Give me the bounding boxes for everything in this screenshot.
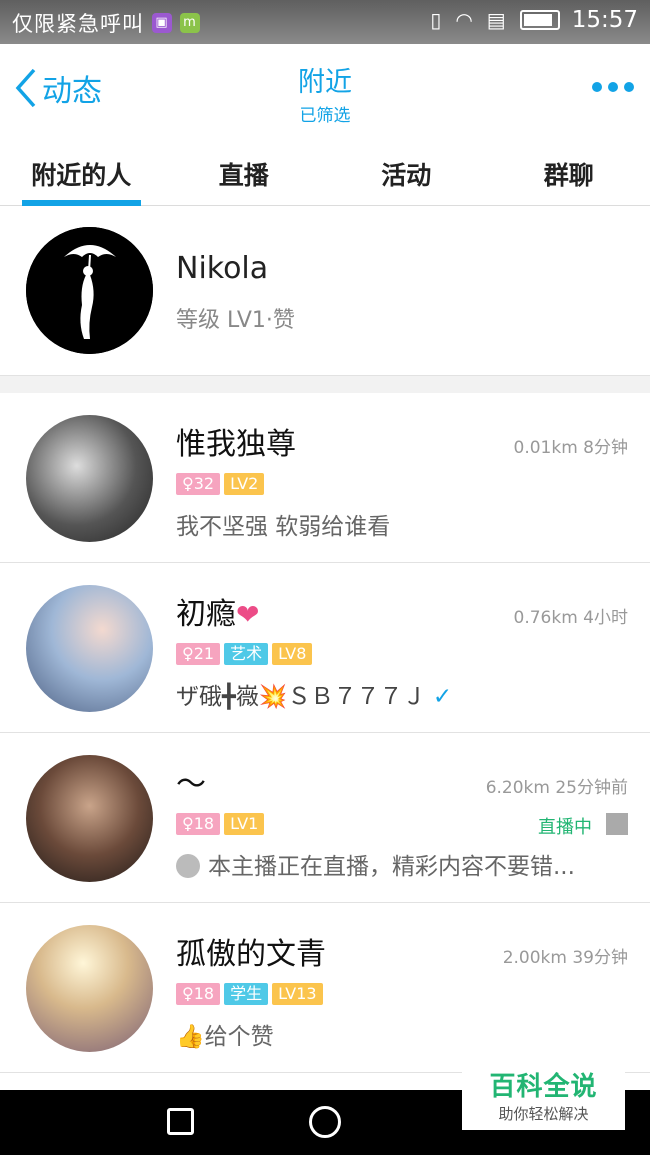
my-name: Nikola <box>176 251 269 286</box>
badge-group: ♀32 LV2 <box>176 473 265 495</box>
more-options-icon[interactable] <box>592 82 634 92</box>
tag-badge: 艺术 <box>224 643 269 665</box>
list-item[interactable]: ～ 6.20km 25分钟前 ♀18 LV1 直播中 本主播正在直播，精彩内容不… <box>0 733 650 903</box>
nickname: 惟我独尊 <box>176 427 296 462</box>
signature-row: ザ硪╋嶶💥ＳＢ７７７Ｊ ✓ <box>176 677 616 711</box>
tab-nearby-people[interactable]: 附近的人 <box>0 136 163 206</box>
female-age-badge: ♀32 <box>176 473 221 495</box>
signature: 👍给个赞 <box>176 1024 274 1050</box>
carrier-text: 仅限紧急呼叫 <box>12 12 144 36</box>
check-icon: ✓ <box>432 684 453 710</box>
tab-group-chat[interactable]: 群聊 <box>488 136 650 205</box>
list-item[interactable]: 初瘾❤ 0.76km 4小时 ♀21 艺术 LV8 ザ硪╋嶶💥ＳＢ７７７Ｊ ✓ <box>0 563 650 733</box>
image-icon <box>606 813 628 835</box>
recent-apps-button[interactable] <box>167 1108 194 1135</box>
badge-group: ♀18 学生 LV13 <box>176 983 323 1005</box>
filter-status: 已筛选 <box>299 106 351 126</box>
signature: ザ硪╋嶶💥ＳＢ７７７Ｊ <box>176 684 426 710</box>
list-item[interactable]: 孤傲的文青 2.00km 39分钟 ♀18 学生 LV13 👍给个赞 <box>0 903 650 1073</box>
nickname: 孤傲的文青 <box>176 937 326 972</box>
signature-row: 本主播正在直播，精彩内容不要错... <box>176 847 616 881</box>
tab-live[interactable]: 直播 <box>163 136 326 205</box>
distance-time: 0.01km 8分钟 <box>513 438 628 458</box>
avatar[interactable] <box>26 925 153 1052</box>
sim-icon: ▤ <box>486 8 506 32</box>
level-badge: LV13 <box>272 983 323 1005</box>
level-badge: LV1 <box>224 813 265 835</box>
watermark-subtitle: 助你轻松解决 <box>498 1105 589 1123</box>
female-age-badge: ♀21 <box>176 643 221 665</box>
my-profile-card[interactable]: Nikola 等级 LV1·赞 <box>0 207 650 375</box>
distance-time: 0.76km 4小时 <box>513 608 628 628</box>
battery-icon <box>519 10 560 30</box>
badge-group: ♀21 艺术 LV8 <box>176 643 313 665</box>
avatar[interactable] <box>26 415 153 542</box>
section-divider <box>0 375 650 393</box>
gallery-notification-icon: ▣ <box>152 13 172 33</box>
vibrate-icon: ▯ <box>430 8 442 32</box>
distance-time: 2.00km 39分钟 <box>502 948 628 968</box>
heart-icon: ❤ <box>236 598 260 631</box>
tab-bar: 附近的人 直播 活动 群聊 <box>0 136 650 206</box>
level-badge: LV8 <box>272 643 313 665</box>
status-left: 仅限紧急呼叫 ▣ m <box>12 8 200 38</box>
level-badge: LV2 <box>224 473 265 495</box>
watermark: 百科全说 助你轻松解决 <box>462 1062 625 1130</box>
live-status: 直播中 <box>538 817 592 838</box>
tag-badge: 学生 <box>224 983 269 1005</box>
tab-events[interactable]: 活动 <box>325 136 488 205</box>
tag-icon <box>176 853 200 878</box>
avatar[interactable] <box>26 755 153 882</box>
watermark-title: 百科全说 <box>489 1072 598 1102</box>
page-title: 附近 <box>298 67 352 98</box>
signature: 本主播正在直播，精彩内容不要错... <box>208 854 575 880</box>
signature: 我不坚强 软弱给谁看 <box>176 514 391 540</box>
home-button[interactable] <box>309 1106 341 1138</box>
female-age-badge: ♀18 <box>176 983 221 1005</box>
nickname-row: 初瘾❤ <box>176 589 259 633</box>
nickname: 初瘾 <box>176 597 236 632</box>
umbrella-figure-icon <box>26 227 153 354</box>
status-right: ▯ ◠ ▤ 15:57 <box>430 7 638 33</box>
badge-group: ♀18 LV1 <box>176 813 265 835</box>
top-bar: 动态 附近 已筛选 <box>0 44 650 136</box>
status-time: 15:57 <box>571 7 638 33</box>
female-age-badge: ♀18 <box>176 813 221 835</box>
status-bar: 仅限紧急呼叫 ▣ m ▯ ◠ ▤ 15:57 <box>0 0 650 44</box>
wifi-icon: ◠ <box>455 8 473 32</box>
app-notification-icon: m <box>180 13 200 33</box>
page-title-block[interactable]: 附近 已筛选 <box>0 60 650 126</box>
distance-time: 6.20km 25分钟前 <box>485 778 628 798</box>
avatar[interactable] <box>26 585 153 712</box>
my-level-text: 等级 LV1·赞 <box>176 308 295 333</box>
avatar[interactable] <box>26 227 153 354</box>
nickname: ～ <box>176 767 206 802</box>
list-item[interactable]: 惟我独尊 0.01km 8分钟 ♀32 LV2 我不坚强 软弱给谁看 <box>0 393 650 563</box>
